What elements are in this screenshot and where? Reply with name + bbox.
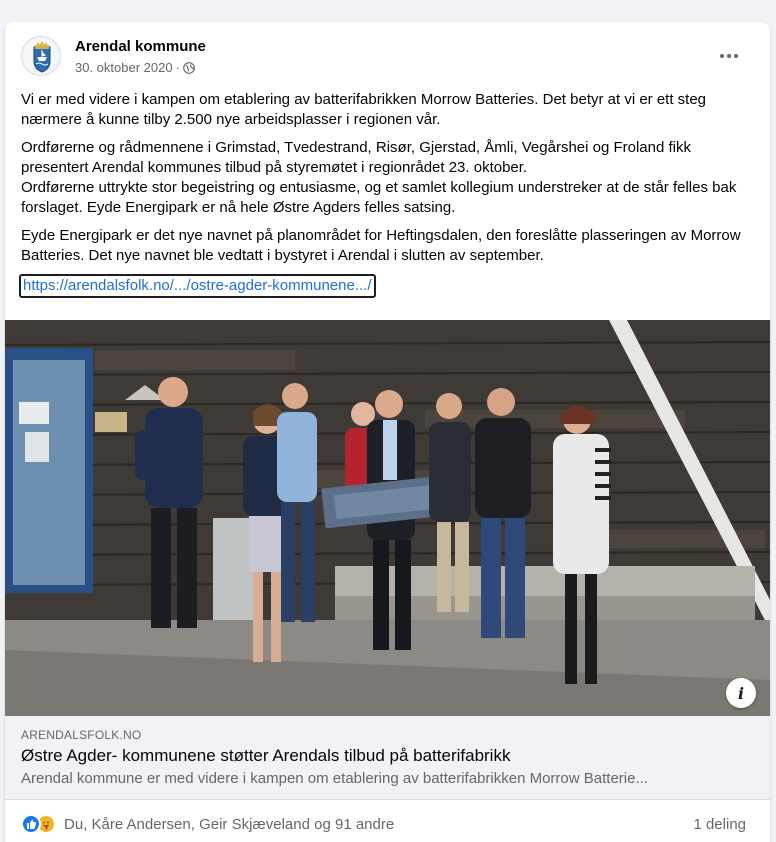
feed-background: [0, 0, 776, 10]
group-photo: [5, 320, 770, 716]
preview-description: Arendal kommune er med videre i kampen o…: [21, 770, 648, 787]
coat-of-arms-logo: [22, 37, 60, 75]
reactions-text[interactable]: Du, Kåre Andersen, Geir Skjæveland og 91…: [64, 816, 394, 833]
post-paragraph-line: Ordførerne og rådmennene i Grimstad, Tve…: [21, 139, 692, 176]
preview-domain: ARENDALSFOLK.NO: [21, 728, 142, 742]
like-icon: [21, 814, 41, 834]
date-separator: ·: [175, 60, 180, 75]
page-avatar[interactable]: [21, 36, 61, 76]
more-options-icon[interactable]: [714, 44, 744, 68]
post-date-link[interactable]: 30. oktober 2020: [75, 60, 173, 75]
post-paragraph: Ordførerne og rådmennene i Grimstad, Tve…: [21, 138, 756, 218]
reactions-summary[interactable]: Du, Kåre Andersen, Geir Skjæveland og 91…: [21, 814, 394, 834]
link-preview-image[interactable]: i: [5, 320, 770, 716]
shares-count[interactable]: 1 deling: [693, 816, 746, 833]
post-header: Arendal kommune 30. oktober 2020 ·: [5, 22, 770, 84]
post-footer: Du, Kåre Andersen, Geir Skjæveland og 91…: [5, 800, 770, 842]
post-paragraph-line: Ordførerne uttrykte stor begeistring og …: [21, 179, 737, 216]
info-icon[interactable]: i: [726, 678, 756, 708]
link-preview[interactable]: ARENDALSFOLK.NO Østre Agder- kommunene s…: [5, 716, 770, 800]
post-paragraph: Eyde Energipark er det nye navnet på pla…: [21, 227, 741, 264]
preview-title[interactable]: Østre Agder- kommunene støtter Arendals …: [21, 746, 510, 766]
globe-icon[interactable]: [183, 61, 195, 74]
article-link[interactable]: https://arendalsfolk.no/.../ostre-agder-…: [19, 274, 376, 298]
author-name-link[interactable]: Arendal kommune: [75, 38, 206, 55]
post-meta: 30. oktober 2020 ·: [75, 60, 195, 75]
post-paragraph: Vi er med videre i kampen om etablering …: [21, 91, 707, 128]
post-card: Arendal kommune 30. oktober 2020 · Vi er…: [5, 22, 770, 842]
post-message: Vi er med videre i kampen om etablering …: [19, 90, 756, 298]
